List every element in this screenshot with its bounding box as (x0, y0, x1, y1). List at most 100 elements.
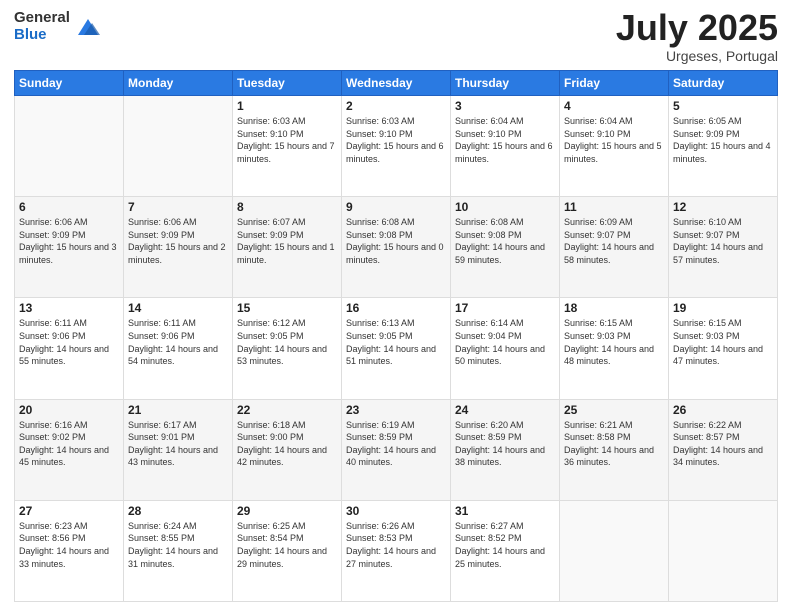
day-info: Sunrise: 6:05 AM Sunset: 9:09 PM Dayligh… (673, 115, 773, 165)
day-info: Sunrise: 6:26 AM Sunset: 8:53 PM Dayligh… (346, 520, 446, 570)
logo-icon (74, 13, 102, 41)
calendar-week-row: 6 Sunrise: 6:06 AM Sunset: 9:09 PM Daylig… (15, 197, 778, 298)
day-info: Sunrise: 6:10 AM Sunset: 9:07 PM Dayligh… (673, 216, 773, 266)
table-row: 21Sunrise: 6:17 AM Sunset: 9:01 PM Dayli… (124, 399, 233, 500)
day-number: 26 (673, 403, 773, 417)
day-info: Sunrise: 6:15 AM Sunset: 9:03 PM Dayligh… (673, 317, 773, 367)
day-number: 25 (564, 403, 664, 417)
table-row: 18Sunrise: 6:15 AM Sunset: 9:03 PM Dayli… (560, 298, 669, 399)
day-number: 5 (673, 99, 773, 113)
day-number: 20 (19, 403, 119, 417)
table-row: 31 Sunrise: 6:27 AM Sunset: 8:52 PM Dayli… (451, 500, 560, 601)
page: General Blue July 2025 Urgeses, Portugal… (0, 0, 792, 612)
day-info: Sunrise: 6:04 AM Sunset: 9:10 PM Dayligh… (564, 115, 664, 165)
day-info: Sunrise: 6:20 AM Sunset: 8:59 PM Dayligh… (455, 419, 555, 469)
table-row: 22 Sunrise: 6:18 AM Sunset: 9:00 PM Dayli… (233, 399, 342, 500)
table-row: 11 Sunrise: 6:09 AM Sunset: 9:07 PM Dayli… (560, 197, 669, 298)
day-number: 29 (237, 504, 337, 518)
table-row: 23Sunrise: 6:19 AM Sunset: 8:59 PM Dayli… (342, 399, 451, 500)
header: General Blue July 2025 Urgeses, Portugal (14, 10, 778, 64)
day-info: Sunrise: 6:07 AM Sunset: 9:09 PM Dayligh… (237, 216, 337, 266)
day-number: 28 (128, 504, 228, 518)
day-number: 22 (237, 403, 337, 417)
day-number: 15 (237, 301, 337, 315)
day-info: Sunrise: 6:19 AM Sunset: 8:59 PM Dayligh… (346, 419, 446, 469)
table-row (124, 96, 233, 197)
day-info: Sunrise: 6:12 AM Sunset: 9:05 PM Dayligh… (237, 317, 337, 367)
day-info: Sunrise: 6:11 AM Sunset: 9:06 PM Dayligh… (19, 317, 119, 367)
day-info: Sunrise: 6:22 AM Sunset: 8:57 PM Dayligh… (673, 419, 773, 469)
table-row: 12 Sunrise: 6:10 AM Sunset: 9:07 PM Dayli… (669, 197, 778, 298)
col-tuesday: Tuesday (233, 71, 342, 96)
table-row: 4Sunrise: 6:04 AM Sunset: 9:10 PM Daylig… (560, 96, 669, 197)
day-number: 17 (455, 301, 555, 315)
day-number: 3 (455, 99, 555, 113)
day-info: Sunrise: 6:16 AM Sunset: 9:02 PM Dayligh… (19, 419, 119, 469)
day-number: 27 (19, 504, 119, 518)
calendar-week-row: 27 Sunrise: 6:23 AM Sunset: 8:56 PM Dayli… (15, 500, 778, 601)
table-row: 29 Sunrise: 6:25 AM Sunset: 8:54 PM Dayli… (233, 500, 342, 601)
day-number: 9 (346, 200, 446, 214)
day-info: Sunrise: 6:23 AM Sunset: 8:56 PM Dayligh… (19, 520, 119, 570)
calendar-week-row: 1Sunrise: 6:03 AM Sunset: 9:10 PM Daylig… (15, 96, 778, 197)
table-row: 1Sunrise: 6:03 AM Sunset: 9:10 PM Daylig… (233, 96, 342, 197)
table-row: 2Sunrise: 6:03 AM Sunset: 9:10 PM Daylig… (342, 96, 451, 197)
day-info: Sunrise: 6:25 AM Sunset: 8:54 PM Dayligh… (237, 520, 337, 570)
day-number: 31 (455, 504, 555, 518)
day-info: Sunrise: 6:06 AM Sunset: 9:09 PM Dayligh… (19, 216, 119, 266)
day-info: Sunrise: 6:14 AM Sunset: 9:04 PM Dayligh… (455, 317, 555, 367)
table-row: 9 Sunrise: 6:08 AM Sunset: 9:08 PM Daylig… (342, 197, 451, 298)
title-block: July 2025 Urgeses, Portugal (616, 10, 778, 64)
day-number: 18 (564, 301, 664, 315)
col-thursday: Thursday (451, 71, 560, 96)
table-row: 17 Sunrise: 6:14 AM Sunset: 9:04 PM Dayli… (451, 298, 560, 399)
logo-general: General (14, 10, 70, 27)
table-row: 10 Sunrise: 6:08 AM Sunset: 9:08 PM Dayli… (451, 197, 560, 298)
day-info: Sunrise: 6:18 AM Sunset: 9:00 PM Dayligh… (237, 419, 337, 469)
table-row: 27 Sunrise: 6:23 AM Sunset: 8:56 PM Dayli… (15, 500, 124, 601)
day-number: 24 (455, 403, 555, 417)
table-row (669, 500, 778, 601)
table-row: 20 Sunrise: 6:16 AM Sunset: 9:02 PM Dayli… (15, 399, 124, 500)
day-info: Sunrise: 6:17 AM Sunset: 9:01 PM Dayligh… (128, 419, 228, 469)
day-number: 6 (19, 200, 119, 214)
day-number: 10 (455, 200, 555, 214)
logo-blue: Blue (14, 27, 70, 44)
table-row: 30 Sunrise: 6:26 AM Sunset: 8:53 PM Dayli… (342, 500, 451, 601)
day-number: 12 (673, 200, 773, 214)
title-location: Urgeses, Portugal (616, 48, 778, 64)
day-info: Sunrise: 6:03 AM Sunset: 9:10 PM Dayligh… (346, 115, 446, 165)
day-info: Sunrise: 6:11 AM Sunset: 9:06 PM Dayligh… (128, 317, 228, 367)
table-row: 19Sunrise: 6:15 AM Sunset: 9:03 PM Dayli… (669, 298, 778, 399)
logo-text: General Blue (14, 10, 70, 43)
day-number: 8 (237, 200, 337, 214)
day-info: Sunrise: 6:13 AM Sunset: 9:05 PM Dayligh… (346, 317, 446, 367)
table-row (560, 500, 669, 601)
table-row: 16 Sunrise: 6:13 AM Sunset: 9:05 PM Dayli… (342, 298, 451, 399)
day-number: 11 (564, 200, 664, 214)
calendar-week-row: 20 Sunrise: 6:16 AM Sunset: 9:02 PM Dayli… (15, 399, 778, 500)
table-row: 28 Sunrise: 6:24 AM Sunset: 8:55 PM Dayli… (124, 500, 233, 601)
day-number: 16 (346, 301, 446, 315)
day-info: Sunrise: 6:08 AM Sunset: 9:08 PM Dayligh… (455, 216, 555, 266)
day-info: Sunrise: 6:24 AM Sunset: 8:55 PM Dayligh… (128, 520, 228, 570)
day-info: Sunrise: 6:27 AM Sunset: 8:52 PM Dayligh… (455, 520, 555, 570)
table-row: 26 Sunrise: 6:22 AM Sunset: 8:57 PM Dayli… (669, 399, 778, 500)
col-wednesday: Wednesday (342, 71, 451, 96)
col-friday: Friday (560, 71, 669, 96)
logo: General Blue (14, 10, 102, 43)
day-number: 30 (346, 504, 446, 518)
table-row: 25 Sunrise: 6:21 AM Sunset: 8:58 PM Dayli… (560, 399, 669, 500)
day-info: Sunrise: 6:21 AM Sunset: 8:58 PM Dayligh… (564, 419, 664, 469)
day-info: Sunrise: 6:04 AM Sunset: 9:10 PM Dayligh… (455, 115, 555, 165)
table-row: 6 Sunrise: 6:06 AM Sunset: 9:09 PM Daylig… (15, 197, 124, 298)
day-info: Sunrise: 6:09 AM Sunset: 9:07 PM Dayligh… (564, 216, 664, 266)
day-number: 7 (128, 200, 228, 214)
table-row: 14 Sunrise: 6:11 AM Sunset: 9:06 PM Dayli… (124, 298, 233, 399)
day-info: Sunrise: 6:03 AM Sunset: 9:10 PM Dayligh… (237, 115, 337, 165)
table-row: 3 Sunrise: 6:04 AM Sunset: 9:10 PM Daylig… (451, 96, 560, 197)
day-info: Sunrise: 6:06 AM Sunset: 9:09 PM Dayligh… (128, 216, 228, 266)
day-number: 14 (128, 301, 228, 315)
day-info: Sunrise: 6:08 AM Sunset: 9:08 PM Dayligh… (346, 216, 446, 266)
table-row: 5 Sunrise: 6:05 AM Sunset: 9:09 PM Daylig… (669, 96, 778, 197)
